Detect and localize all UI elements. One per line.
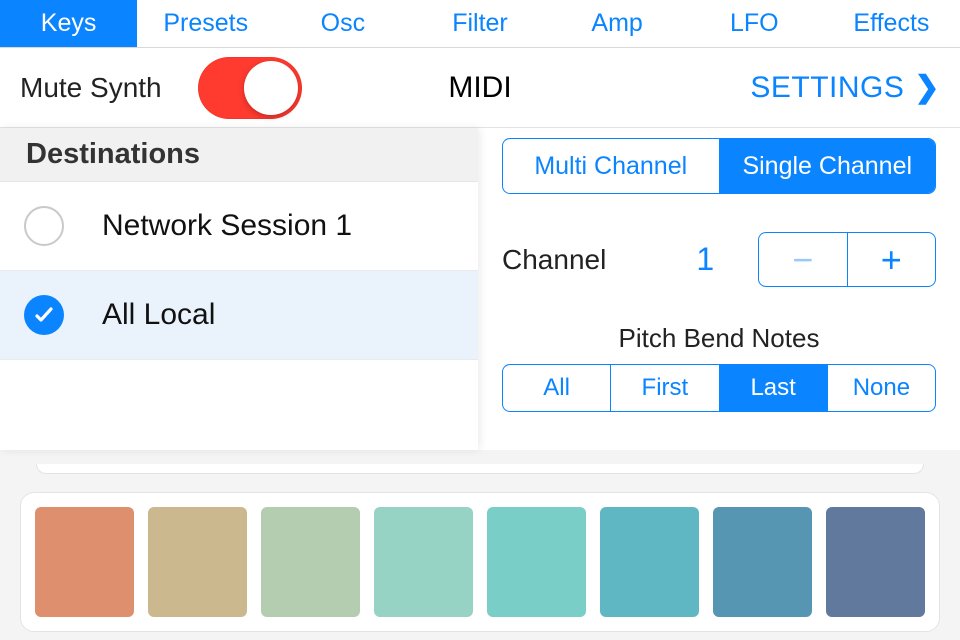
color-swatch-1[interactable]: [35, 507, 134, 617]
mute-synth-toggle[interactable]: [198, 57, 302, 119]
tab-keys[interactable]: Keys: [0, 0, 137, 47]
tab-amp[interactable]: Amp: [549, 0, 686, 47]
plus-icon: +: [881, 239, 902, 281]
midi-settings-panel: Multi Channel Single Channel Channel 1 −…: [478, 128, 960, 450]
segment-pitch-none[interactable]: None: [827, 365, 935, 411]
main-area: Destinations Network Session 1 All Local…: [0, 128, 960, 450]
color-swatch-5[interactable]: [487, 507, 586, 617]
radio-unchecked-icon: [24, 206, 64, 246]
destination-row-network-session-1[interactable]: Network Session 1: [0, 182, 478, 271]
tab-filter[interactable]: Filter: [411, 0, 548, 47]
channel-stepper: − +: [758, 232, 936, 287]
segment-pitch-first[interactable]: First: [610, 365, 718, 411]
channel-mode-segmented: Multi Channel Single Channel: [502, 138, 936, 194]
color-swatch-2[interactable]: [148, 507, 247, 617]
pitch-bend-title: Pitch Bend Notes: [502, 323, 936, 354]
palette-card: [20, 492, 940, 632]
tab-lfo[interactable]: LFO: [686, 0, 823, 47]
destinations-header: Destinations: [0, 128, 478, 182]
destination-label: All Local: [102, 298, 215, 332]
settings-label: SETTINGS: [750, 71, 904, 105]
bottom-area: [0, 450, 960, 640]
channel-row: Channel 1 − +: [502, 232, 936, 287]
tab-osc[interactable]: Osc: [274, 0, 411, 47]
channel-value: 1: [696, 241, 714, 278]
radio-checked-icon: [24, 295, 64, 335]
top-tabbar: Keys Presets Osc Filter Amp LFO Effects: [0, 0, 960, 48]
toggle-knob: [244, 61, 298, 115]
segment-multi-channel[interactable]: Multi Channel: [503, 139, 719, 193]
destination-label: Network Session 1: [102, 209, 352, 243]
color-swatch-8[interactable]: [826, 507, 925, 617]
destinations-empty-area: [0, 360, 478, 450]
color-swatch-7[interactable]: [713, 507, 812, 617]
card-bottom-edge: [36, 464, 924, 474]
chevron-right-icon: ❯: [914, 70, 940, 105]
minus-icon: −: [792, 239, 813, 281]
channel-minus-button[interactable]: −: [759, 233, 847, 286]
tab-effects[interactable]: Effects: [823, 0, 960, 47]
segment-pitch-all[interactable]: All: [503, 365, 610, 411]
destinations-panel: Destinations Network Session 1 All Local: [0, 128, 478, 450]
color-swatch-6[interactable]: [600, 507, 699, 617]
midi-subbar: Mute Synth MIDI SETTINGS ❯: [0, 48, 960, 128]
channel-plus-button[interactable]: +: [847, 233, 936, 286]
tab-presets[interactable]: Presets: [137, 0, 274, 47]
pitch-bend-segmented: All First Last None: [502, 364, 936, 412]
midi-title: MIDI: [448, 71, 511, 105]
segment-pitch-last[interactable]: Last: [719, 365, 827, 411]
destination-row-all-local[interactable]: All Local: [0, 271, 478, 360]
color-swatch-3[interactable]: [261, 507, 360, 617]
color-swatch-4[interactable]: [374, 507, 473, 617]
segment-single-channel[interactable]: Single Channel: [719, 139, 936, 193]
channel-label: Channel: [502, 244, 606, 276]
settings-link[interactable]: SETTINGS ❯: [750, 70, 940, 105]
mute-synth-label: Mute Synth: [20, 72, 162, 104]
